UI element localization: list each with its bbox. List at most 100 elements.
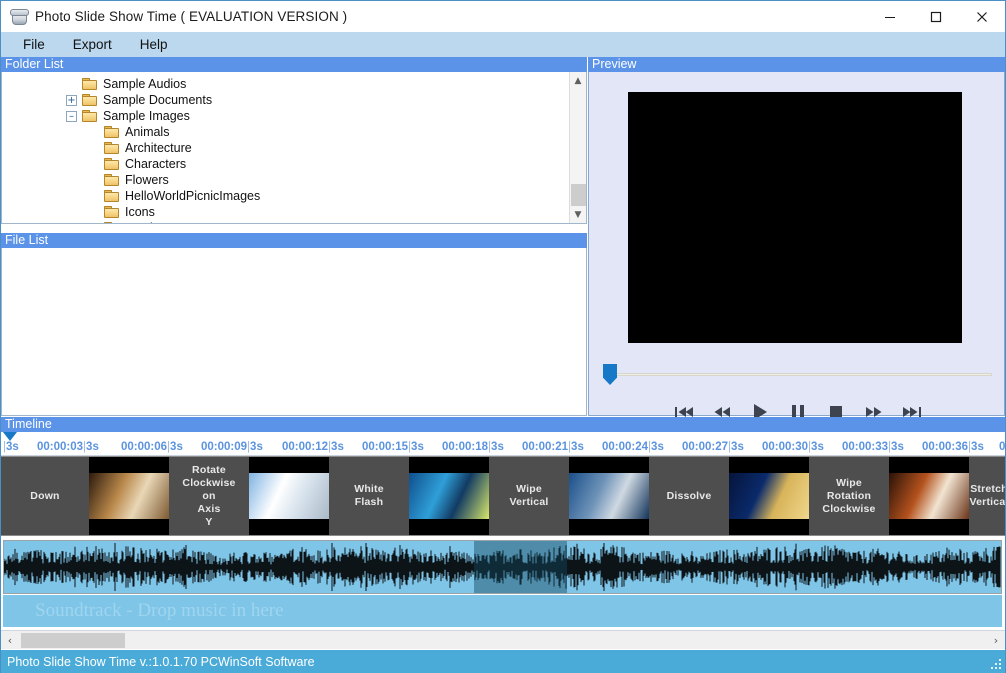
- tree-item[interactable]: HelloWorldPicnicImages: [2, 188, 586, 204]
- ruler-tick-time: 00:00:18: [442, 441, 489, 453]
- resize-grip-icon[interactable]: [990, 658, 1002, 670]
- folder-icon: [104, 142, 119, 154]
- ruler-tick: |3s: [3, 441, 19, 453]
- preview-column: Preview: [588, 57, 1006, 420]
- folder-list-panel[interactable]: Sample Audios + Sample Documents – Sample Im…: [1, 72, 587, 224]
- scroll-down-icon[interactable]: ▼: [570, 206, 586, 223]
- menu-help[interactable]: Help: [128, 34, 180, 55]
- video-stage[interactable]: [628, 92, 962, 343]
- file-list-panel[interactable]: [1, 248, 587, 416]
- ruler-tick: 00:00:21|3s: [522, 441, 584, 453]
- timeline-transition-clip[interactable]: Down: [1, 457, 89, 535]
- ruler-tick: 00:00:09|3s: [201, 441, 263, 453]
- ruler-tick-time: 00:00:12: [282, 441, 329, 453]
- folder-icon: [104, 190, 119, 202]
- ruler-tick-seg: 3s: [811, 441, 824, 453]
- collapse-icon[interactable]: –: [66, 110, 77, 122]
- waveform-selection[interactable]: [474, 541, 567, 593]
- tree-item[interactable]: – Sample Images: [2, 108, 586, 124]
- hscrollbar-thumb[interactable]: [21, 633, 125, 648]
- soundtrack-placeholder: Soundtrack - Drop music in here: [3, 595, 1002, 627]
- expand-icon[interactable]: +: [66, 94, 77, 106]
- timeline-image-clip[interactable]: [249, 457, 329, 535]
- tree-item[interactable]: Characters: [2, 156, 586, 172]
- timeline-image-clip[interactable]: [729, 457, 809, 535]
- timeline-header: Timeline: [1, 417, 1005, 432]
- ruler-tick-seg: 3s: [571, 441, 584, 453]
- ruler-tick-seg: 3s: [731, 441, 744, 453]
- tree-item[interactable]: Icons: [2, 204, 586, 220]
- ruler-tick-seg: 3s: [250, 441, 263, 453]
- application-window: Photo Slide Show Time ( EVALUATION VERSI…: [0, 0, 1006, 673]
- minimize-button[interactable]: [867, 1, 913, 32]
- timeline-track[interactable]: Down Rotate Clockwise on Axis Y White Flash Wipe…: [1, 456, 1005, 536]
- menu-file[interactable]: File: [11, 34, 57, 55]
- ruler-tick-seg: 3s: [651, 441, 664, 453]
- ruler-tick-seg: 3s: [491, 441, 504, 453]
- transition-label: Wipe Vertical: [509, 483, 549, 508]
- scroll-right-icon[interactable]: ›: [987, 631, 1005, 649]
- tree-item[interactable]: + Sample Documents: [2, 92, 586, 108]
- tree-item[interactable]: Architecture: [2, 140, 586, 156]
- ruler-tick: 00:00:33|3s: [842, 441, 904, 453]
- clip-thumbnail: [889, 473, 969, 519]
- ruler-tick-time: 00:00:27: [682, 441, 729, 453]
- transition-label: White Flash: [354, 483, 384, 508]
- tree-item-label: Sample Audios: [103, 77, 187, 91]
- tree-item[interactable]: Flowers: [2, 172, 586, 188]
- timeline-transition-clip[interactable]: Rotate Clockwise on Axis Y: [169, 457, 249, 535]
- soundtrack-panel[interactable]: Soundtrack - Drop music in here: [1, 537, 1005, 629]
- timeline-ruler[interactable]: |3s 00:00:03|3s 00:00:06|3s 00:00:09|3s 00:0…: [1, 432, 1005, 456]
- timeline-transition-clip[interactable]: Stretch Vertical: [969, 457, 1005, 535]
- tree-item-label: HelloWorldPicnicImages: [125, 189, 261, 203]
- menu-export[interactable]: Export: [61, 34, 124, 55]
- timeline-transition-clip[interactable]: Wipe Rotation Clockwise: [809, 457, 889, 535]
- folder-list-scrollbar[interactable]: ▲ ▼: [569, 72, 586, 223]
- slide-projector-icon: [10, 8, 29, 26]
- scrollbar-thumb[interactable]: [571, 184, 586, 206]
- ruler-tick-seg: 3s: [411, 441, 424, 453]
- timeline-image-clip[interactable]: [889, 457, 969, 535]
- timeline-image-clip[interactable]: [569, 457, 649, 535]
- timeline-transition-clip[interactable]: Dissolve: [649, 457, 729, 535]
- tree-item-label: Landscapes: [125, 221, 192, 223]
- ruler-tick-time: 00:00:03: [37, 441, 84, 453]
- scroll-left-icon[interactable]: ‹: [1, 631, 19, 649]
- seek-handle[interactable]: [603, 364, 617, 385]
- left-column: Folder List Sample Audios + Sample Documen…: [1, 57, 587, 416]
- waveform-strip[interactable]: [3, 540, 1002, 594]
- scroll-up-icon[interactable]: ▲: [570, 72, 586, 89]
- seek-bar[interactable]: [589, 363, 1006, 387]
- tree-item[interactable]: Sample Audios: [2, 76, 586, 92]
- window-title: Photo Slide Show Time ( EVALUATION VERSI…: [35, 9, 348, 24]
- folder-icon: [104, 206, 119, 218]
- seek-track[interactable]: [615, 373, 992, 376]
- tree-item-label: Animals: [125, 125, 170, 139]
- timeline-transition-clip[interactable]: Wipe Vertical: [489, 457, 569, 535]
- tree-item-label: Sample Images: [103, 109, 190, 123]
- ruler-tick: 00:00:27|3s: [682, 441, 744, 453]
- timeline-image-clip[interactable]: [89, 457, 169, 535]
- ruler-tick-container: |3s 00:00:03|3s 00:00:06|3s 00:00:09|3s 00:0…: [1, 440, 1005, 455]
- preview-header: Preview: [588, 57, 1005, 72]
- close-button[interactable]: [959, 1, 1005, 32]
- tree-item[interactable]: Landscapes: [2, 220, 586, 224]
- ruler-tick-time: 00:00:06: [121, 441, 168, 453]
- folder-tree[interactable]: Sample Audios + Sample Documents – Sample Im…: [2, 72, 586, 224]
- ruler-tick-time: 00:00:33: [842, 441, 889, 453]
- maximize-button[interactable]: [913, 1, 959, 32]
- horizontal-scrollbar[interactable]: ‹ ›: [1, 630, 1005, 649]
- timeline-transition-clip[interactable]: White Flash: [329, 457, 409, 535]
- transition-label: Down: [30, 489, 60, 502]
- ruler-tick-seg: 3s: [6, 441, 19, 453]
- tree-item[interactable]: Animals: [2, 124, 586, 140]
- ruler-tick-seg: 3s: [331, 441, 344, 453]
- timeline-image-clip[interactable]: [409, 457, 489, 535]
- menu-bar: File Export Help: [1, 32, 1005, 57]
